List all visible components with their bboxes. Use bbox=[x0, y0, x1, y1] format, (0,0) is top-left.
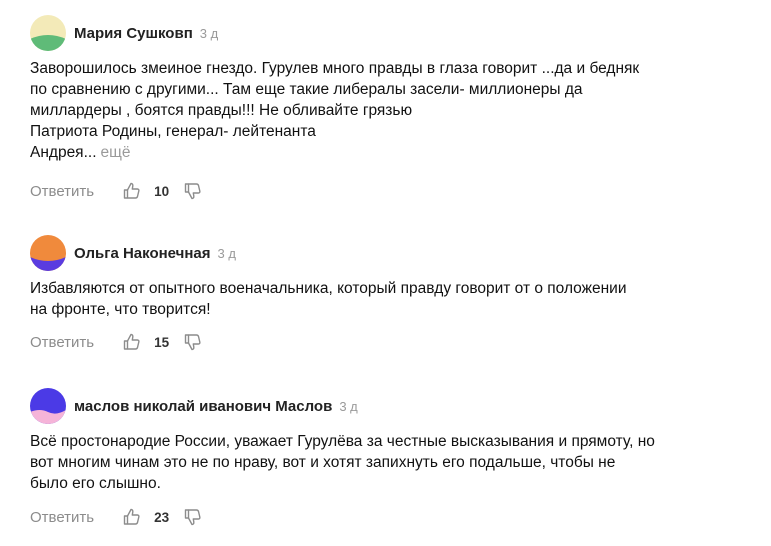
comment-actions: Ответить 10 bbox=[30, 180, 203, 202]
reply-button[interactable]: Ответить bbox=[30, 509, 94, 526]
like-icon[interactable] bbox=[122, 181, 142, 201]
comment-time: 3 д bbox=[217, 245, 236, 261]
comments-list: Мария Сушковп 3 д Заворошилось змеиное г… bbox=[0, 0, 771, 546]
comment-line: Андрея... ещё bbox=[30, 142, 755, 163]
like-count: 15 bbox=[154, 334, 170, 350]
comment-text: Всё простонародие России, уважает Гурулё… bbox=[30, 431, 755, 494]
comment-line: миллардеры , боятся правды!!! Не обливай… bbox=[30, 102, 413, 119]
comment-line: по сравнению с другими... Там еще такие … bbox=[30, 81, 583, 98]
avatar[interactable] bbox=[30, 388, 66, 424]
comment-line: на фронте, что творится! bbox=[30, 301, 211, 318]
comment-time: 3 д bbox=[339, 398, 358, 414]
comment-line: Патриота Родины, генерал- лейтенанта bbox=[30, 123, 316, 140]
dislike-icon[interactable] bbox=[183, 181, 203, 201]
comment-text: Заворошилось змеиное гнездо. Гурулев мно… bbox=[30, 58, 755, 163]
avatar[interactable] bbox=[30, 235, 66, 271]
dislike-icon[interactable] bbox=[183, 507, 203, 527]
comment-header: Ольга Наконечная 3 д bbox=[30, 235, 236, 271]
dislike-icon[interactable] bbox=[183, 332, 203, 352]
like-icon[interactable] bbox=[122, 507, 142, 527]
comment-line: было его слышно. bbox=[30, 475, 161, 492]
comment-actions: Ответить 15 bbox=[30, 331, 203, 353]
author-name[interactable]: Мария Сушковп bbox=[74, 25, 193, 42]
comment-actions: Ответить 23 bbox=[30, 506, 203, 528]
like-count: 23 bbox=[154, 509, 170, 525]
show-more-link[interactable]: ещё bbox=[101, 144, 131, 161]
comment-line: Заворошилось змеиное гнездо. Гурулев мно… bbox=[30, 60, 640, 77]
reply-button[interactable]: Ответить bbox=[30, 334, 94, 351]
author-name[interactable]: маслов николай иванович Маслов bbox=[74, 398, 332, 415]
avatar[interactable] bbox=[30, 15, 66, 51]
author-name[interactable]: Ольга Наконечная bbox=[74, 245, 211, 262]
like-icon[interactable] bbox=[122, 332, 142, 352]
comment-line: Избавляются от опытного военачальника, к… bbox=[30, 280, 627, 297]
comment-line: Всё простонародие России, уважает Гурулё… bbox=[30, 433, 655, 450]
reply-button[interactable]: Ответить bbox=[30, 183, 94, 200]
comment-line-text: Андрея... bbox=[30, 144, 97, 161]
comment-header: маслов николай иванович Маслов 3 д bbox=[30, 388, 358, 424]
comment-header: Мария Сушковп 3 д bbox=[30, 15, 218, 51]
like-count: 10 bbox=[154, 183, 170, 199]
comment-line: вот многим чинам это не по нраву, вот и … bbox=[30, 454, 616, 471]
comment-time: 3 д bbox=[199, 25, 219, 41]
comment-text: Избавляются от опытного военачальника, к… bbox=[30, 278, 755, 320]
